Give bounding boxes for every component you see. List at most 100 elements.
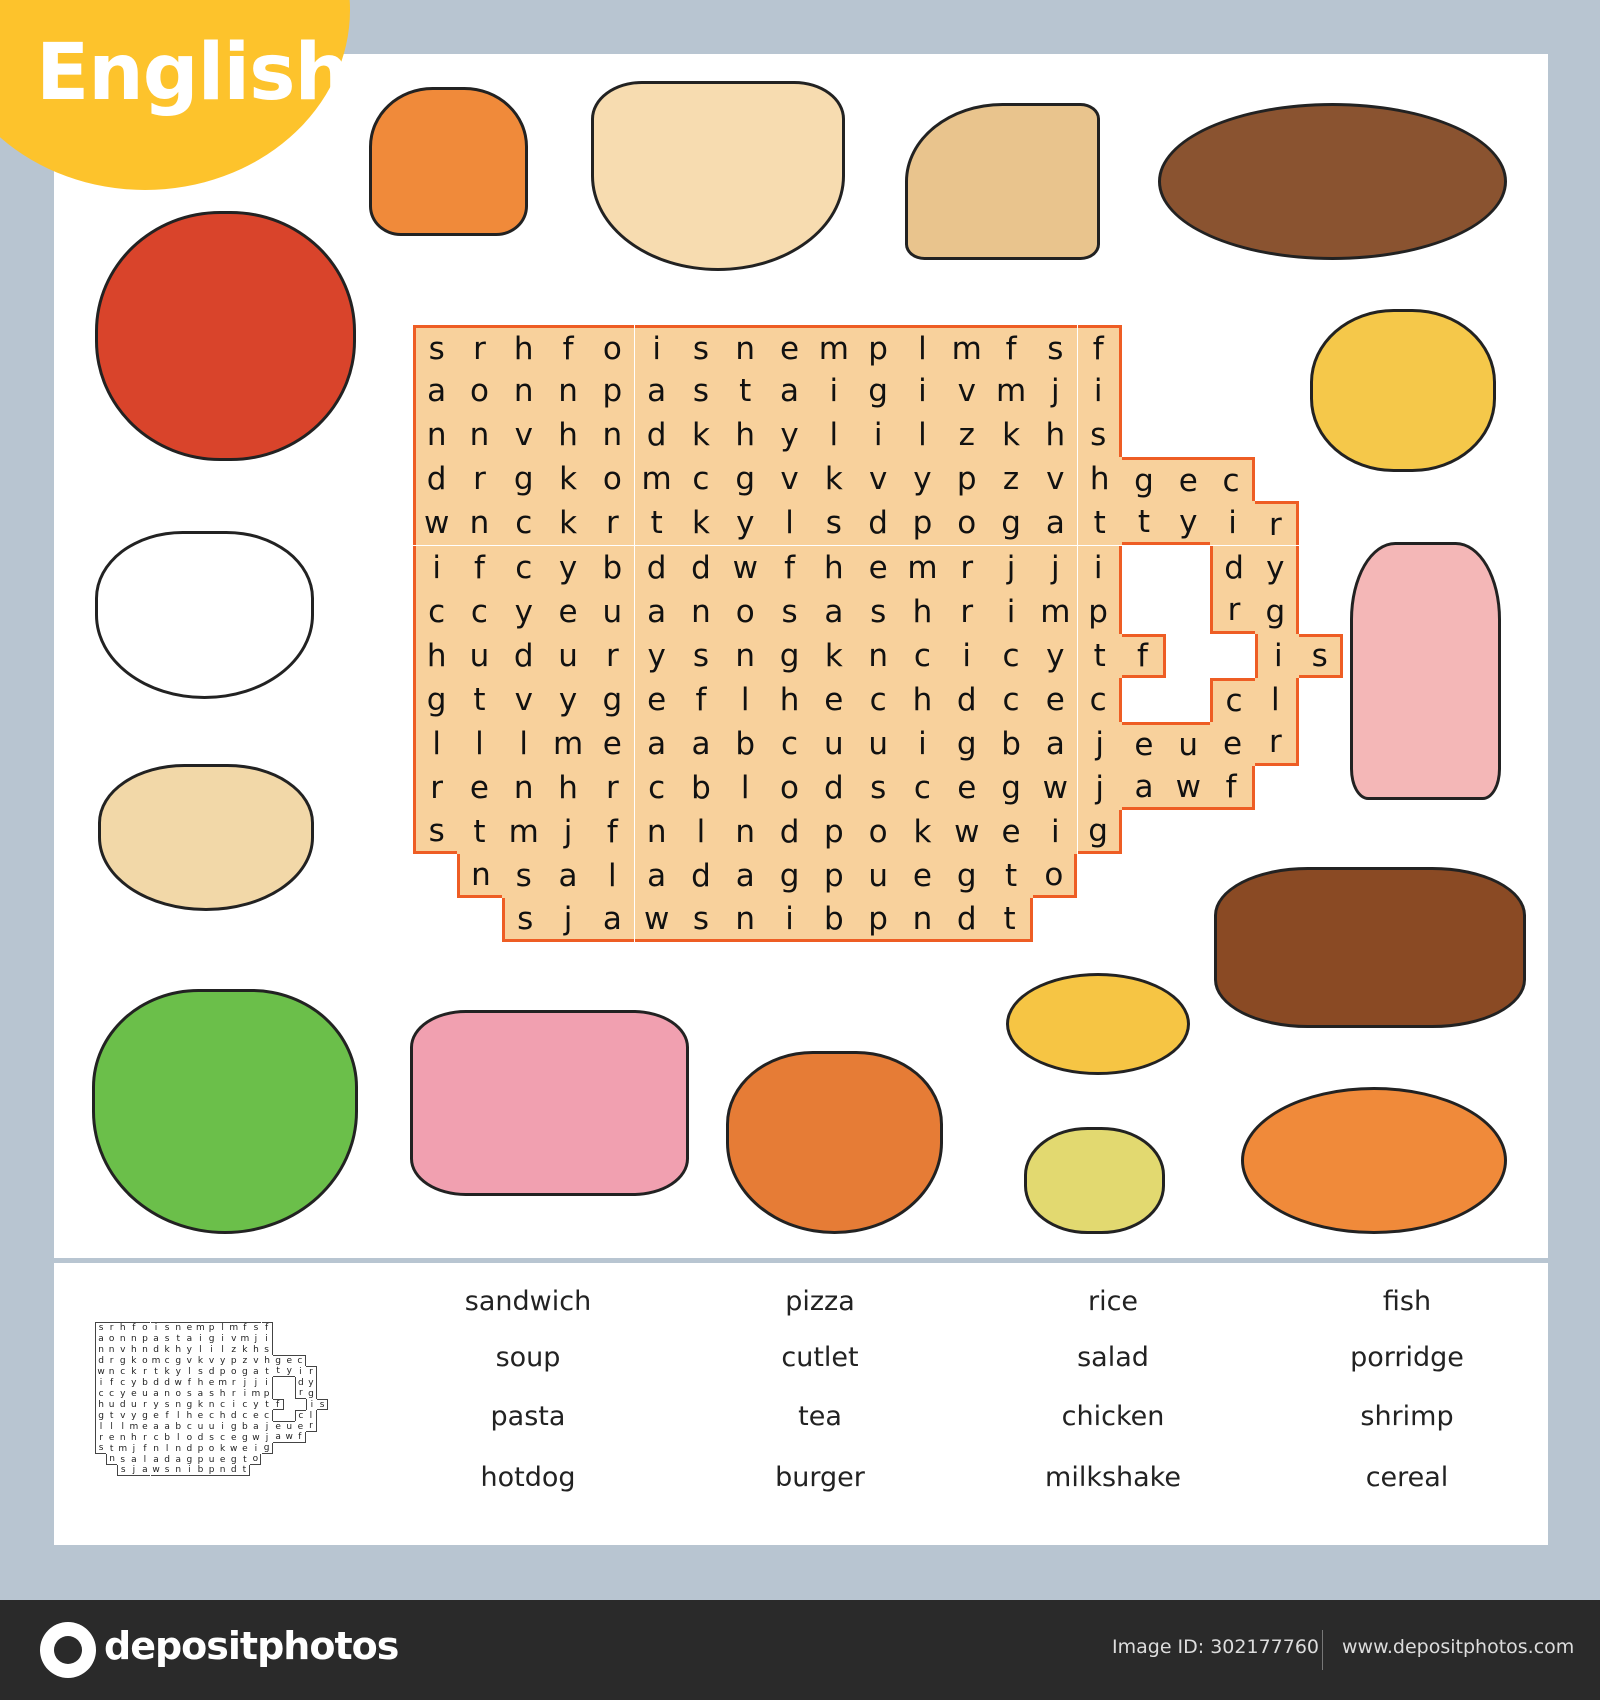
grid-cell[interactable]: s [678, 369, 724, 414]
grid-cell[interactable]: a [1121, 766, 1167, 811]
grid-cell[interactable]: j [1033, 369, 1078, 414]
grid-cell[interactable]: c [900, 766, 945, 811]
grid-cell[interactable]: n [501, 766, 546, 811]
grid-cell[interactable]: l [767, 501, 812, 546]
grid-cell[interactable]: g [944, 854, 989, 899]
grid-cell[interactable]: p [590, 369, 635, 414]
grid-cell[interactable]: g [1077, 810, 1122, 855]
grid-cell[interactable]: b [723, 721, 768, 766]
grid-cell[interactable]: m [1033, 589, 1078, 634]
grid-cell[interactable]: o [856, 810, 901, 855]
grid-cell[interactable]: o [1033, 854, 1078, 899]
grid-cell[interactable]: a [634, 854, 679, 899]
grid-cell[interactable]: m [501, 810, 546, 855]
grid-cell[interactable]: c [988, 677, 1034, 722]
grid-cell[interactable]: c [767, 721, 812, 766]
grid-cell[interactable]: u [590, 589, 635, 634]
grid-cell[interactable]: e [944, 766, 989, 811]
grid-cell[interactable]: t [1077, 633, 1122, 678]
grid-cell[interactable]: d [856, 501, 901, 546]
grid-cell[interactable]: j [988, 545, 1034, 590]
grid-cell[interactable]: c [457, 589, 502, 634]
grid-cell[interactable]: i [413, 545, 458, 590]
grid-cell[interactable]: h [413, 633, 458, 678]
grid-cell[interactable]: g [988, 766, 1034, 811]
grid-cell[interactable]: o [723, 589, 768, 634]
grid-cell[interactable]: l [1254, 677, 1299, 722]
grid-cell[interactable]: n [900, 898, 945, 943]
grid-cell[interactable]: c [1210, 457, 1255, 502]
grid-cell[interactable]: n [723, 633, 768, 678]
grid-cell[interactable]: z [988, 457, 1034, 502]
grid-cell[interactable]: a [634, 369, 679, 414]
grid-cell[interactable]: k [988, 413, 1034, 458]
grid-cell[interactable]: r [413, 766, 458, 811]
grid-cell[interactable]: r [1254, 721, 1299, 766]
grid-cell[interactable]: t [1077, 501, 1122, 546]
grid-cell[interactable]: l [723, 766, 768, 811]
grid-cell[interactable]: r [944, 545, 989, 590]
grid-cell[interactable]: s [856, 589, 901, 634]
grid-cell[interactable]: t [457, 810, 502, 855]
grid-cell[interactable]: u [856, 854, 901, 899]
grid-cell[interactable]: n [678, 589, 724, 634]
grid-cell[interactable]: p [856, 898, 901, 943]
grid-cell[interactable]: v [501, 677, 546, 722]
grid-cell[interactable]: k [811, 633, 856, 678]
grid-cell[interactable]: y [1254, 545, 1299, 590]
grid-cell[interactable]: h [1077, 457, 1122, 502]
grid-cell[interactable]: n [856, 633, 901, 678]
grid-cell[interactable]: g [590, 677, 635, 722]
grid-cell[interactable]: s [1299, 633, 1344, 678]
grid-cell[interactable]: f [1210, 766, 1255, 811]
grid-cell[interactable]: s [1077, 413, 1122, 458]
grid-cell[interactable]: g [413, 677, 458, 722]
grid-cell[interactable]: h [545, 766, 591, 811]
grid-cell[interactable]: r [457, 325, 502, 370]
grid-cell[interactable]: w [413, 501, 458, 546]
grid-cell[interactable]: i [944, 633, 989, 678]
grid-cell[interactable]: n [457, 501, 502, 546]
grid-cell[interactable]: j [1033, 545, 1078, 590]
grid-cell[interactable]: b [678, 766, 724, 811]
grid-cell[interactable]: b [988, 721, 1034, 766]
grid-cell[interactable]: n [723, 898, 768, 943]
grid-cell[interactable]: p [811, 810, 856, 855]
grid-cell[interactable]: t [634, 501, 679, 546]
grid-cell[interactable]: t [988, 898, 1034, 943]
grid-cell[interactable]: t [457, 677, 502, 722]
grid-cell[interactable]: a [590, 898, 635, 943]
grid-cell[interactable]: p [944, 457, 989, 502]
grid-cell[interactable]: c [501, 501, 546, 546]
grid-cell[interactable]: o [767, 766, 812, 811]
grid-cell[interactable]: c [988, 633, 1034, 678]
grid-cell[interactable]: n [634, 810, 679, 855]
grid-cell[interactable]: g [1121, 457, 1167, 502]
grid-cell[interactable]: v [501, 413, 546, 458]
grid-cell[interactable]: t [723, 369, 768, 414]
grid-cell[interactable]: l [457, 721, 502, 766]
grid-cell[interactable]: d [634, 413, 679, 458]
grid-cell[interactable]: y [1166, 501, 1211, 546]
grid-cell[interactable]: b [590, 545, 635, 590]
grid-cell[interactable]: s [678, 633, 724, 678]
grid-cell[interactable]: n [590, 413, 635, 458]
grid-cell[interactable]: m [545, 721, 591, 766]
grid-cell[interactable]: k [900, 810, 945, 855]
grid-cell[interactable]: y [767, 413, 812, 458]
grid-cell[interactable]: d [678, 854, 724, 899]
grid-cell[interactable]: a [1033, 721, 1078, 766]
grid-cell[interactable]: i [634, 325, 679, 370]
grid-cell[interactable]: e [767, 325, 812, 370]
grid-cell[interactable]: e [988, 810, 1034, 855]
grid-cell[interactable]: n [501, 369, 546, 414]
grid-cell[interactable]: m [811, 325, 856, 370]
grid-cell[interactable]: y [545, 545, 591, 590]
grid-cell[interactable]: e [811, 677, 856, 722]
grid-cell[interactable]: e [1166, 457, 1211, 502]
grid-cell[interactable]: j [1077, 766, 1122, 811]
grid-cell[interactable]: n [545, 369, 591, 414]
grid-cell[interactable]: h [501, 325, 546, 370]
grid-cell[interactable]: e [545, 589, 591, 634]
grid-cell[interactable]: l [501, 721, 546, 766]
